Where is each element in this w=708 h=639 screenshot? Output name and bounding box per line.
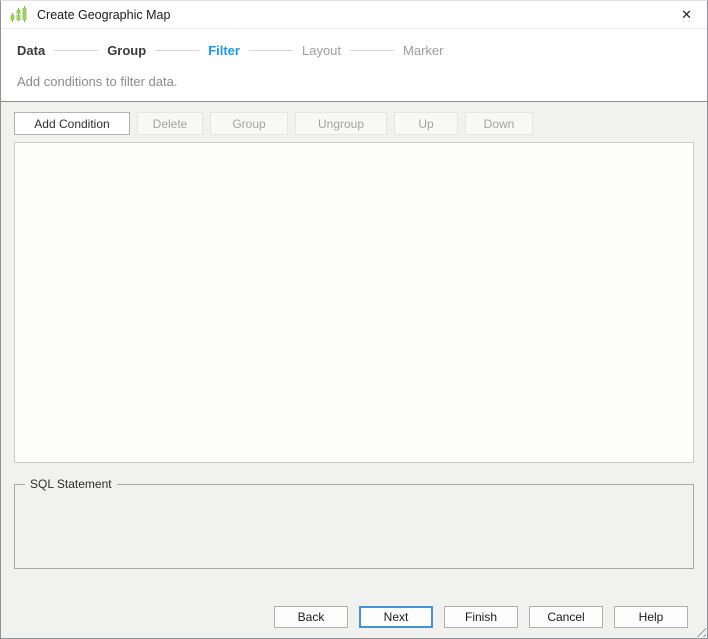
dialog-footer-buttons: Back Next Finish Cancel Help — [14, 606, 694, 628]
step-description: Add conditions to filter data. — [17, 74, 178, 89]
cancel-button[interactable]: Cancel — [529, 606, 603, 628]
close-icon[interactable]: ✕ — [674, 7, 699, 22]
sql-statement-label: SQL Statement — [25, 477, 117, 492]
dialog-body: Add Condition Delete Group Ungroup Up Do… — [1, 102, 707, 638]
add-condition-button[interactable]: Add Condition — [14, 112, 130, 135]
ungroup-button[interactable]: Ungroup — [295, 112, 387, 135]
back-button[interactable]: Back — [274, 606, 348, 628]
create-geographic-map-dialog: Create Geographic Map ✕ Data Group Filte… — [0, 0, 708, 639]
step-connector — [350, 50, 395, 51]
step-connector — [248, 50, 293, 51]
wizard-step-marker[interactable]: Marker — [403, 43, 443, 58]
wizard-steps: Data Group Filter Layout Marker — [17, 42, 691, 59]
filter-conditions-list[interactable] — [14, 142, 694, 463]
down-button[interactable]: Down — [465, 112, 533, 135]
sql-statement-group: SQL Statement — [14, 477, 694, 569]
group-button[interactable]: Group — [210, 112, 288, 135]
up-button[interactable]: Up — [394, 112, 458, 135]
titlebar: Create Geographic Map ✕ — [1, 1, 707, 29]
step-connector — [54, 50, 99, 51]
filter-toolbar: Add Condition Delete Group Ungroup Up Do… — [14, 112, 694, 135]
help-button[interactable]: Help — [614, 606, 688, 628]
wizard-step-filter[interactable]: Filter — [208, 43, 240, 58]
sql-statement-content — [15, 485, 693, 568]
step-connector — [155, 50, 200, 51]
next-button[interactable]: Next — [359, 606, 433, 628]
wizard-step-data[interactable]: Data — [17, 43, 45, 58]
delete-button[interactable]: Delete — [137, 112, 203, 135]
finish-button[interactable]: Finish — [444, 606, 518, 628]
wizard-header: Data Group Filter Layout Marker Add cond… — [1, 29, 707, 102]
wizard-step-group[interactable]: Group — [107, 43, 146, 58]
app-icon — [10, 5, 28, 24]
window-title: Create Geographic Map — [37, 7, 171, 22]
wizard-step-layout[interactable]: Layout — [302, 43, 341, 58]
